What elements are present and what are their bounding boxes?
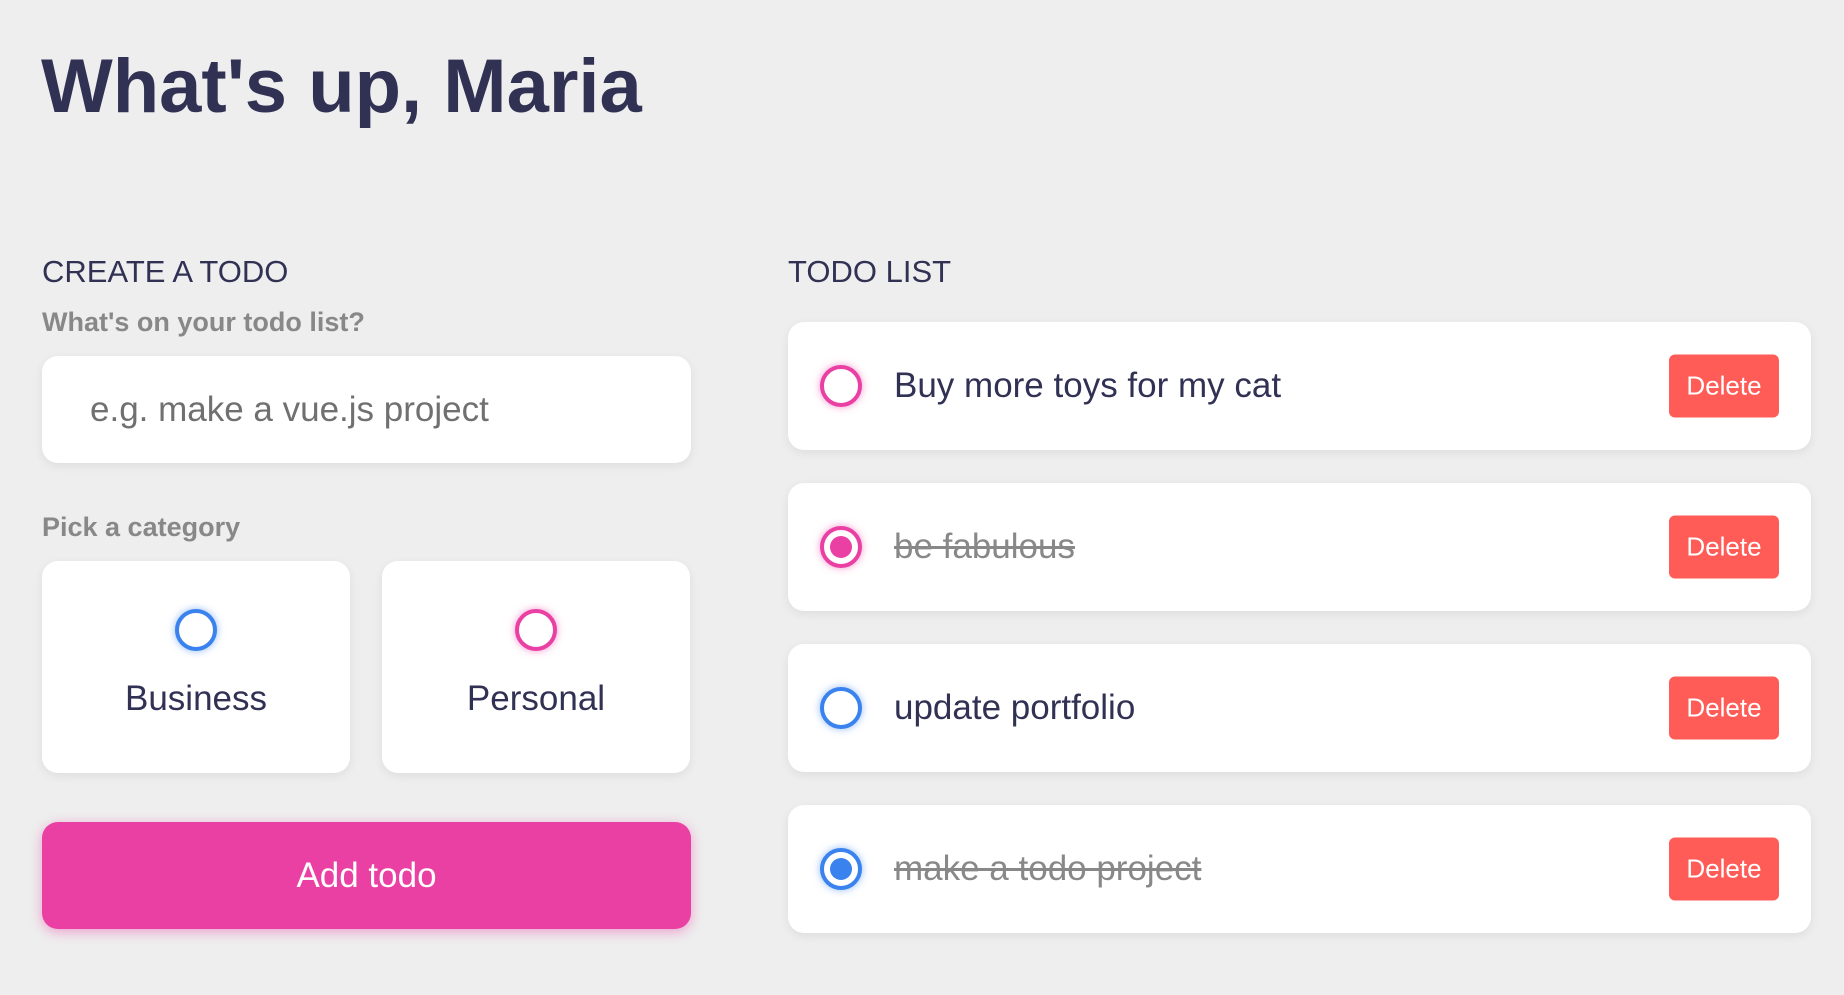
category-option-personal[interactable]: Personal [382,561,690,773]
business-radio-icon[interactable] [175,609,217,651]
category-option-business[interactable]: Business [42,561,350,773]
todo-checkbox-checked-icon[interactable] [820,526,862,568]
todo-text[interactable]: update portfolio [894,688,1135,728]
category-options: Business Personal [42,561,692,773]
greeting-title: What's up, Maria [41,44,642,129]
todo-list-section: TODO LIST Buy more toys for my cat Delet… [788,254,1811,966]
todo-app: What's up, Maria CREATE A TODO What's on… [0,0,1844,995]
checked-dot-icon [830,536,852,558]
todo-input-label: What's on your todo list? [42,307,365,337]
todo-checkbox-icon[interactable] [820,687,862,729]
create-todo-section: CREATE A TODO What's on your todo list? … [42,254,692,929]
todo-text[interactable]: Buy more toys for my cat [894,366,1281,406]
todo-input[interactable] [42,356,691,463]
todo-list: Buy more toys for my cat Delete be fabul… [788,322,1811,933]
delete-button[interactable]: Delete [1669,515,1779,579]
todo-item: make a todo project Delete [788,805,1811,933]
todo-item: update portfolio Delete [788,644,1811,772]
checked-dot-icon [830,858,852,880]
category-label: Pick a category [42,512,241,542]
create-todo-title: CREATE A TODO [42,254,289,289]
add-todo-button[interactable]: Add todo [42,822,691,929]
delete-button[interactable]: Delete [1669,354,1779,418]
category-option-label: Business [124,679,268,718]
todo-list-title: TODO LIST [788,254,952,289]
todo-checkbox-checked-icon[interactable] [820,848,862,890]
delete-button[interactable]: Delete [1669,837,1779,901]
todo-text[interactable]: be fabulous [894,527,1075,567]
todo-item: Buy more toys for my cat Delete [788,322,1811,450]
personal-radio-icon[interactable] [515,609,557,651]
category-option-label: Personal [466,679,606,718]
delete-button[interactable]: Delete [1669,676,1779,740]
todo-item: be fabulous Delete [788,483,1811,611]
todo-text[interactable]: make a todo project [894,849,1201,889]
todo-checkbox-icon[interactable] [820,365,862,407]
